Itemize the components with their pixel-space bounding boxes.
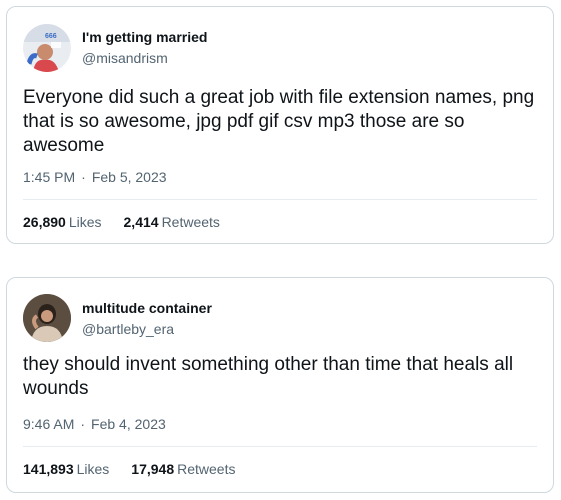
retweets-label: Retweets (161, 214, 220, 230)
tweet-text: they should invent something other than … (23, 354, 514, 399)
retweets-stat[interactable]: 2,414 Retweets (124, 214, 220, 230)
retweets-count: 17,948 (131, 461, 175, 477)
retweets-label: Retweets (177, 461, 236, 477)
avatar-image: 666 (23, 24, 71, 72)
likes-count: 26,890 (23, 214, 66, 230)
display-name[interactable]: multitude container (82, 300, 212, 316)
likes-label: Likes (76, 461, 110, 477)
tweet-stats: 141,893 Likes 17,948 Retweets (23, 461, 257, 477)
divider (23, 199, 537, 200)
retweets-stat[interactable]: 17,948 Retweets (131, 461, 235, 477)
tweet-date: Feb 5, 2023 (91, 169, 167, 185)
tweet-timestamp[interactable]: 9:46 AM · Feb 4, 2023 (23, 416, 166, 432)
separator-dot: · (81, 169, 86, 185)
likes-count: 141,893 (23, 461, 74, 477)
avatar[interactable] (23, 294, 71, 342)
divider (23, 446, 537, 447)
retweets-count: 2,414 (123, 214, 159, 230)
tweet-time: 9:46 AM (23, 416, 75, 432)
tweet-stats: 26,890 Likes 2,414 Retweets (23, 214, 242, 230)
avatar[interactable]: 666 (23, 24, 71, 72)
display-name[interactable]: I'm getting married (82, 29, 207, 45)
likes-stat[interactable]: 141,893 Likes (23, 461, 109, 477)
user-handle[interactable]: @bartleby_era (82, 321, 174, 337)
likes-label: Likes (68, 214, 102, 230)
avatar-sign-text: 666 (45, 33, 57, 40)
tweet-date: Feb 4, 2023 (91, 416, 166, 432)
tweet-card: 666 I'm getting married @misandrism Ever… (6, 6, 554, 244)
tweet-time: 1:45 PM (23, 169, 76, 185)
tweet-text: Everyone did such a great job with file … (23, 87, 535, 156)
tweet-card: multitude container @bartleby_era they s… (6, 277, 554, 493)
avatar-image (23, 294, 71, 342)
tweet-timestamp[interactable]: 1:45 PM · Feb 5, 2023 (23, 169, 167, 185)
separator-dot: · (80, 416, 86, 432)
user-handle[interactable]: @misandrism (82, 50, 168, 66)
likes-stat[interactable]: 26,890 Likes (23, 214, 102, 230)
